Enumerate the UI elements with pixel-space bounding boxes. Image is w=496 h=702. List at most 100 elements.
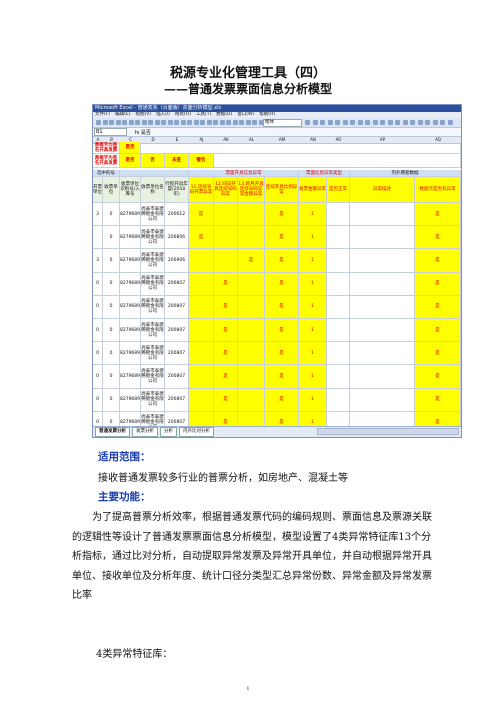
row-cell: 0 [103, 319, 120, 343]
flag-cell: 是 [214, 388, 238, 412]
toolbar-button-icon [440, 120, 445, 125]
legend-value: 是否 [120, 142, 141, 154]
row-cell: 尚泰市泰建腾镀金有限公司 [141, 203, 165, 227]
flag-cell: 是 [265, 272, 299, 296]
flag-cell [238, 365, 265, 389]
row-cell [350, 342, 415, 366]
row-cell [327, 249, 350, 273]
toolbar-button-icon [402, 120, 408, 125]
sheet-tab: 普通发票分析 [95, 427, 130, 437]
section-heading-functions: 主要功能： [98, 491, 151, 503]
flag-cell: 是 [265, 388, 299, 412]
flag-cell [238, 388, 265, 412]
row-cell [327, 203, 350, 227]
toolbar-button-icon [115, 120, 121, 125]
flag-cell: 1 [299, 226, 327, 250]
toolbar-button-icon [410, 120, 415, 125]
page-number: 1 [246, 686, 250, 692]
grid-cell [141, 142, 461, 154]
row-cell: 330682796896976 [120, 226, 141, 250]
flag-cell [214, 249, 238, 273]
document-subtitle: ——普通发票票面信息分析模型 [163, 82, 332, 96]
toolbar-button-icon [372, 120, 378, 125]
row-cell [327, 342, 350, 366]
sheet-tab: 发票分析 [132, 427, 158, 437]
flag-cell: 1 [299, 365, 327, 389]
menu-item: 编辑(E) [115, 112, 131, 117]
column-header: 收票单位识别号/入库号 [120, 177, 141, 203]
toolbar-button-icon [180, 120, 186, 125]
flag-cell: 是 [415, 295, 461, 319]
group-header: 票面信息异常类型 [299, 170, 350, 177]
section-heading-scope: 适用范围： [98, 451, 151, 463]
flag-cell [238, 319, 265, 343]
row-cell: 330682796896976 [120, 388, 141, 412]
toolbar-button-icon [252, 120, 257, 125]
flag-cell: 是 [415, 203, 461, 227]
spreadsheet-grid: 黑框字为签名开具发票 是否 黑框字为签名开具发票 是否否未签 警告 选中的号 票面开具信息异… [93, 142, 461, 435]
flag-cell: 是 [238, 249, 265, 273]
menu-item: 工具(T) [195, 112, 212, 117]
flag-cell: 是 [415, 365, 461, 389]
menu-item: 格式(O) [174, 112, 191, 117]
flag-cell: 是 [415, 388, 461, 412]
toolbar-button-icon [128, 120, 134, 125]
row-cell: 0 [103, 388, 120, 412]
flag-cell [214, 226, 238, 250]
toolbar-button-icon [154, 120, 160, 125]
group-header: 选中的号 [93, 170, 120, 177]
flag-cell [189, 342, 214, 366]
column-header: 是否正常 [327, 177, 350, 203]
row-cell: 0 [103, 365, 120, 389]
row-cell: 330682796896976 [120, 249, 141, 273]
row-cell: 330682796896976 [120, 319, 141, 343]
column-header: 连续开具比例异常 [265, 177, 299, 203]
row-cell [350, 319, 415, 343]
row-cell [327, 388, 350, 412]
name-box: B1 [94, 128, 127, 136]
legend-value: 未签 [165, 154, 189, 168]
row-cell: 0 [93, 295, 103, 319]
flag-cell: 是 [265, 226, 299, 250]
flag-cell: 是 [265, 365, 299, 389]
flag-cell [238, 295, 265, 319]
row-cell: 3 [93, 203, 103, 227]
row-cell: 尚泰市泰建腾镀金有限公司 [141, 388, 165, 412]
toolbar-button-icon [226, 120, 231, 125]
flag-cell [238, 342, 265, 366]
flag-cell: 是 [415, 249, 461, 273]
toolbar-button-icon [109, 120, 114, 125]
menu-item: 文件(F) [95, 112, 111, 117]
flag-cell: 是 [214, 272, 238, 296]
flag-cell: 是 [265, 203, 299, 227]
toolbar-button-icon [342, 120, 348, 125]
row-cell [350, 388, 415, 412]
flag-cell [189, 319, 214, 343]
menu-item: 窗口(W) [237, 112, 255, 117]
row-cell: 200807 [165, 365, 189, 389]
row-cell: 尚泰市泰建腾镀金有限公司 [141, 342, 165, 366]
row-cell: 尚泰市泰建腾镀金有限公司 [141, 365, 165, 389]
column-header: 数据元是否有异常 [415, 177, 461, 203]
toolbar-button-icon [258, 120, 264, 125]
row-cell: 200906 [165, 249, 189, 273]
toolbar-button-icon [447, 120, 453, 125]
toolbar-button-icon [425, 120, 430, 125]
toolbar-button-icon [335, 120, 340, 125]
toolbar-button-icon [102, 120, 108, 125]
row-cell: 0 [93, 342, 103, 366]
column-header: 异常描述 [350, 177, 415, 203]
flag-cell: 是 [214, 319, 238, 343]
toolbar-button-icon [174, 120, 179, 125]
toolbar-button-icon [141, 120, 147, 125]
flag-cell [238, 272, 265, 296]
flag-cell [238, 203, 265, 227]
toolbar-button-icon [135, 120, 140, 125]
row-cell: 0 [103, 342, 120, 366]
row-cell: 200807 [165, 319, 189, 343]
formula-content: fx 是否 [134, 129, 151, 136]
toolbar-button-icon [161, 120, 166, 125]
flag-cell [189, 365, 214, 389]
toolbar-button-icon [96, 120, 101, 125]
legend-label: 黑框字为签名开具发票 [93, 154, 120, 168]
